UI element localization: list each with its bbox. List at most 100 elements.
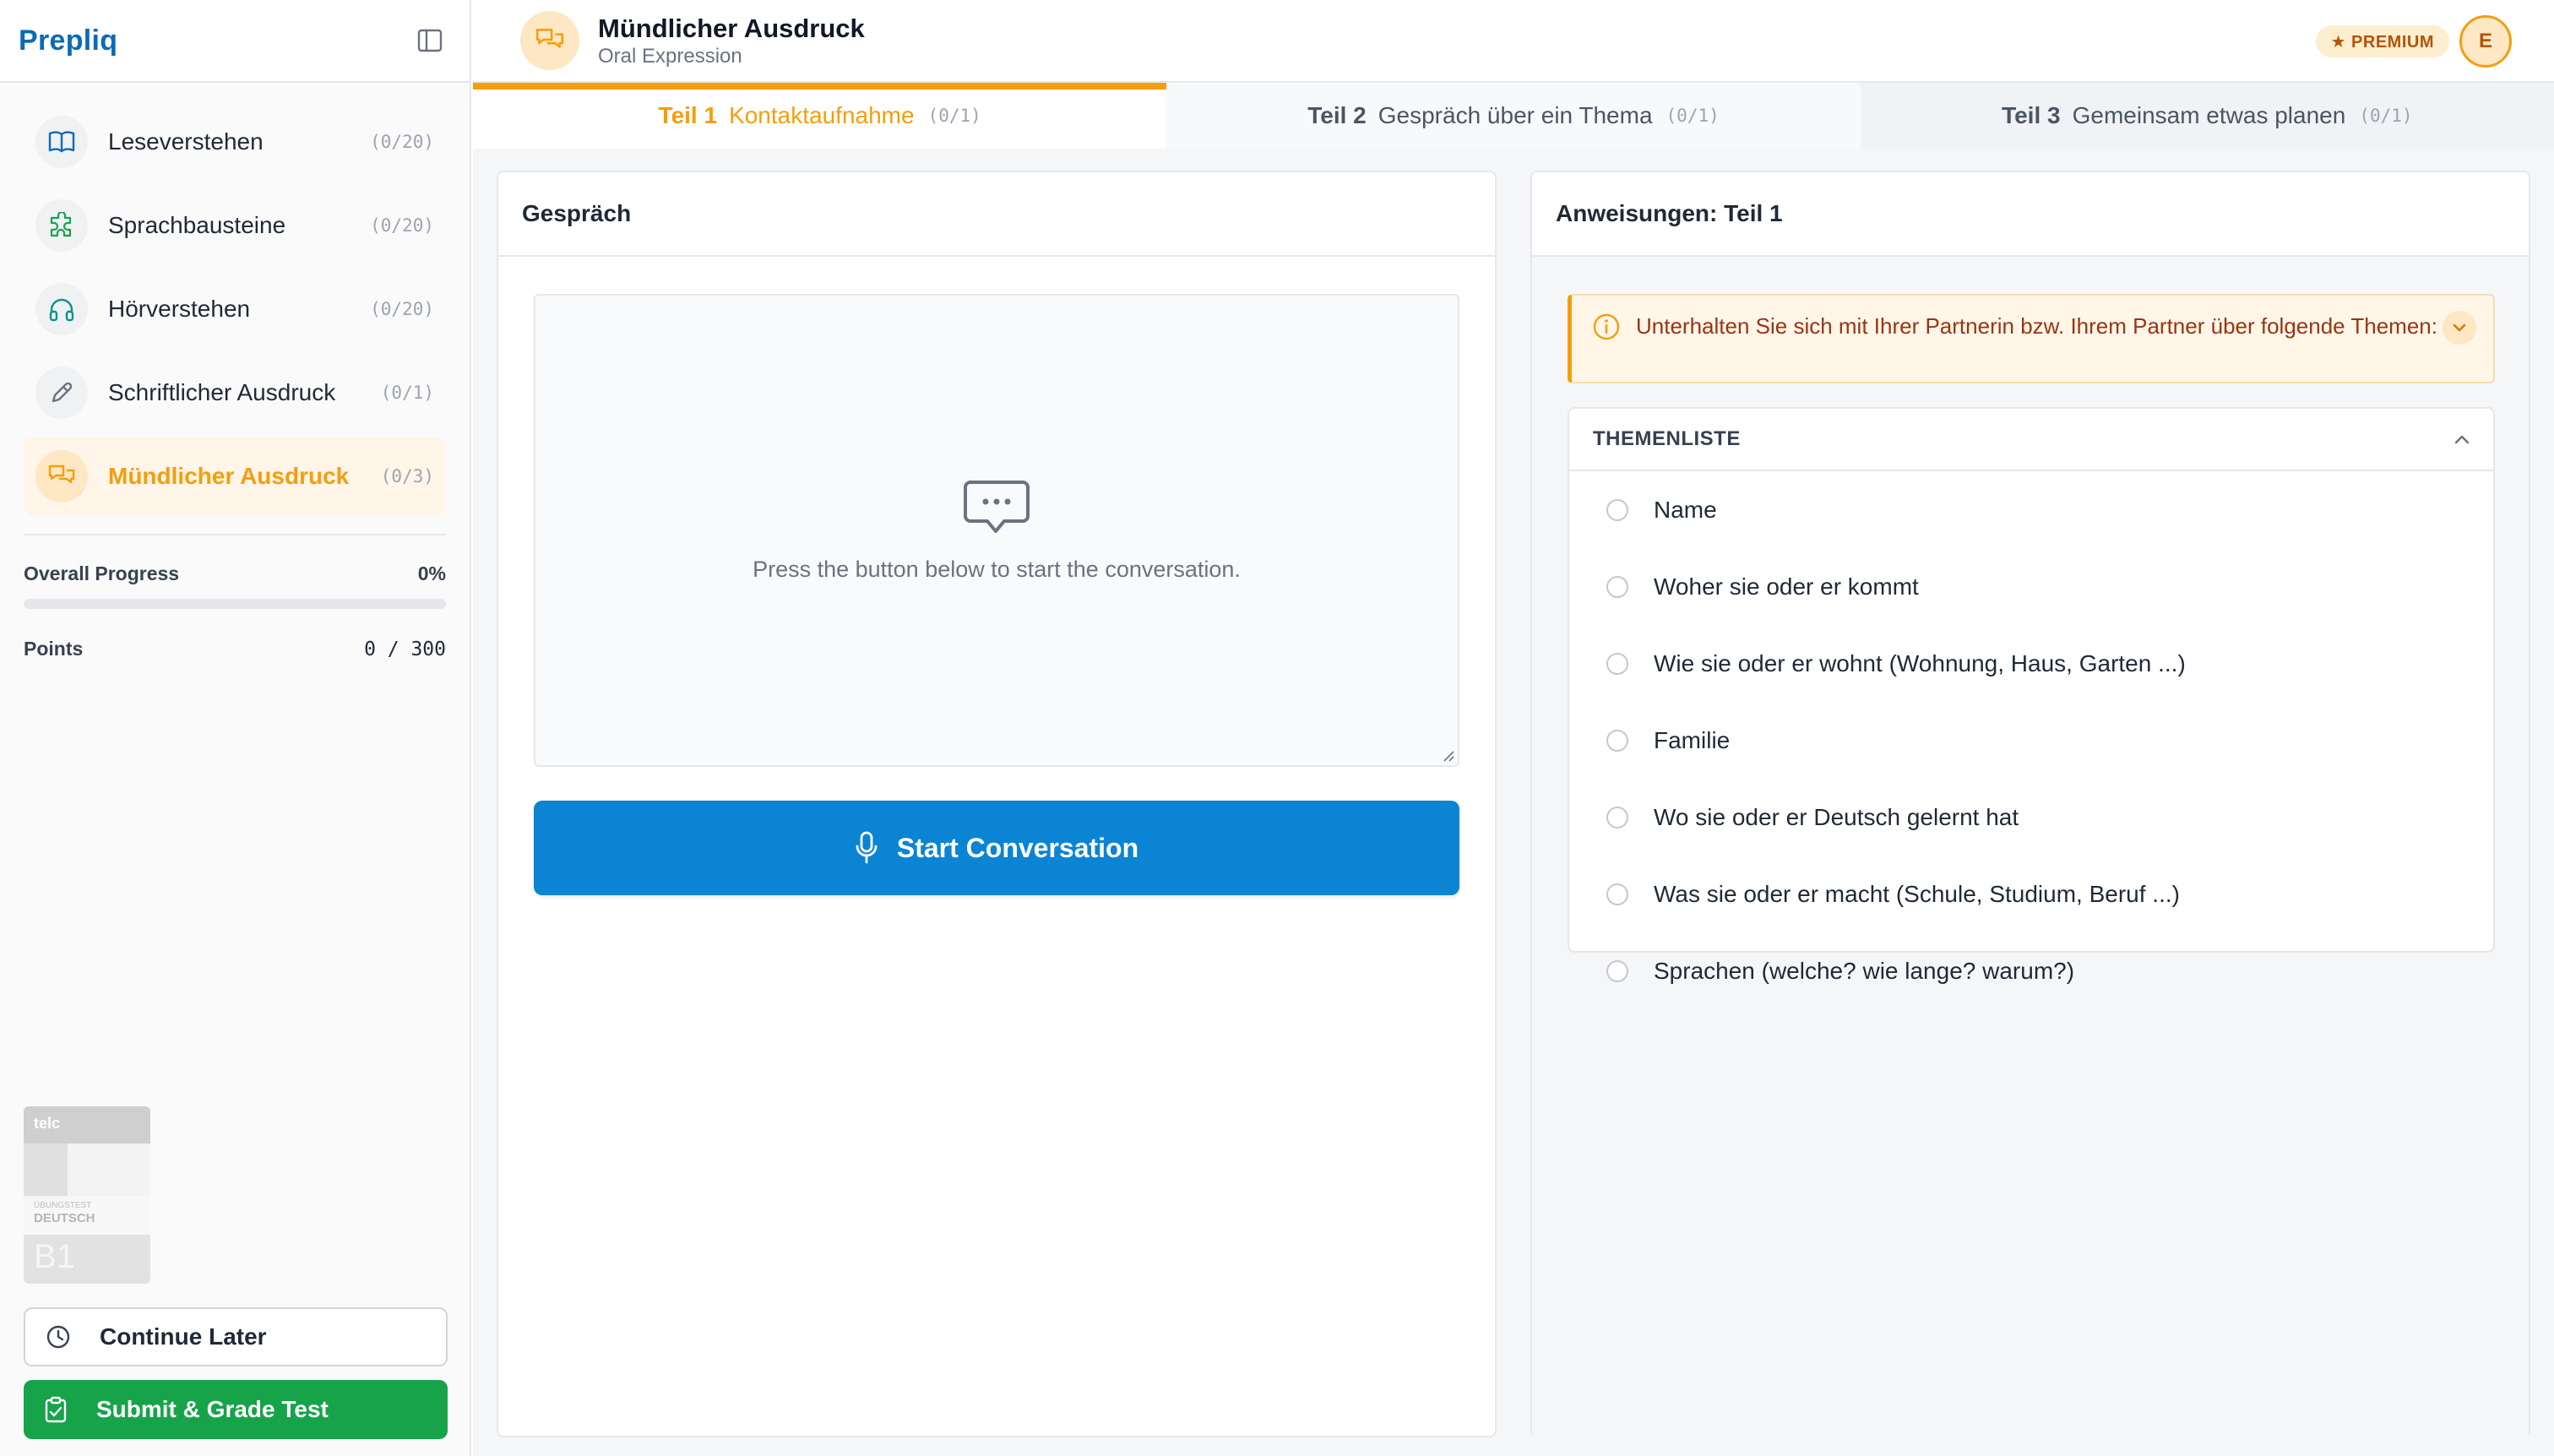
book-level: B1 bbox=[34, 1238, 75, 1275]
topic-text: Wo sie oder er Deutsch gelernt hat bbox=[1654, 803, 2019, 830]
sidebar-toggle-icon[interactable] bbox=[416, 26, 444, 55]
page-title-block: Mündlicher Ausdruck Oral Expression bbox=[598, 13, 865, 68]
topic-radio[interactable] bbox=[1606, 806, 1628, 829]
tab-teil-2[interactable]: Teil 2 Gespräch über ein Thema (0/1) bbox=[1166, 83, 1861, 149]
tab-label: Gespräch über ein Thema bbox=[1378, 102, 1653, 128]
topic-item[interactable]: Sprachen (welche? wie lange? warum?) bbox=[1569, 932, 2493, 1009]
pencil-icon bbox=[35, 367, 88, 419]
conversation-title: Gespräch bbox=[498, 172, 1495, 257]
sidebar-item-sprachbausteine[interactable]: Sprachbausteine (0/20) bbox=[24, 187, 446, 264]
topic-radio[interactable] bbox=[1606, 498, 1628, 521]
submit-grade-button[interactable]: Submit & Grade Test bbox=[24, 1380, 448, 1439]
topic-item[interactable]: Was sie oder er macht (Schule, Studium, … bbox=[1569, 856, 2493, 932]
tab-count: (0/1) bbox=[927, 106, 981, 126]
teil-tabs: Teil 1 Kontaktaufnahme (0/1) Teil 2 Gesp… bbox=[473, 83, 2554, 149]
sidebar-item-label: Leseverstehen bbox=[108, 128, 264, 155]
book-language: DEUTSCH bbox=[34, 1211, 95, 1225]
tab-number: Teil 1 bbox=[658, 102, 718, 128]
puzzle-icon bbox=[35, 199, 88, 252]
top-bar: Mündlicher Ausdruck Oral Expression ★ PR… bbox=[473, 0, 2554, 83]
sidebar-header: Prepliq bbox=[0, 0, 470, 83]
chat-dots-icon bbox=[964, 480, 1030, 533]
topic-text: Familie bbox=[1654, 726, 1731, 753]
topic-radio[interactable] bbox=[1606, 883, 1628, 905]
sidebar-item-schriftlicher-ausdruck[interactable]: Schriftlicher Ausdruck (0/1) bbox=[24, 354, 446, 432]
tab-label: Gemeinsam etwas planen bbox=[2072, 102, 2346, 128]
topic-text: Wie sie oder er wohnt (Wohnung, Haus, Ga… bbox=[1654, 649, 2186, 676]
sidebar-item-leseverstehen[interactable]: Leseverstehen (0/20) bbox=[24, 103, 446, 181]
start-conversation-button[interactable]: Start Conversation bbox=[534, 801, 1459, 895]
overall-progress-value: 0% bbox=[417, 562, 446, 584]
topic-radio[interactable] bbox=[1606, 959, 1628, 982]
sidebar-item-count: (0/20) bbox=[370, 132, 434, 152]
tab-teil-3[interactable]: Teil 3 Gemeinsam etwas planen (0/1) bbox=[1860, 83, 2554, 149]
brand-logo[interactable]: Prepliq bbox=[19, 24, 117, 57]
tab-count: (0/1) bbox=[1666, 106, 1720, 126]
conversation-hint: Press the button below to start the conv… bbox=[753, 556, 1241, 582]
tab-label: Kontaktaufnahme bbox=[729, 102, 915, 128]
conversation-area[interactable]: Press the button below to start the conv… bbox=[534, 294, 1459, 767]
user-avatar[interactable]: E bbox=[2459, 15, 2512, 68]
sidebar: Prepliq Leseverstehen (0/20) Sprachbaust… bbox=[0, 0, 471, 1456]
page-subtitle: Oral Expression bbox=[598, 45, 742, 68]
chevron-up-icon bbox=[2454, 435, 2470, 444]
tab-teil-1[interactable]: Teil 1 Kontaktaufnahme (0/1) bbox=[473, 83, 1167, 149]
topic-list-heading: THEMENLISTE bbox=[1593, 427, 1741, 450]
topic-text: Woher sie oder er kommt bbox=[1654, 573, 1919, 600]
topic-list-panel: THEMENLISTE Name Woher sie oder er kommt… bbox=[1568, 407, 2495, 984]
continue-later-label: Continue Later bbox=[100, 1323, 267, 1350]
topic-radio[interactable] bbox=[1606, 652, 1628, 675]
sidebar-divider bbox=[24, 534, 446, 535]
topic-text: Was sie oder er macht (Schule, Studium, … bbox=[1654, 880, 2180, 907]
topic-item[interactable]: Familie bbox=[1569, 702, 2493, 779]
sidebar-item-label: Sprachbausteine bbox=[108, 212, 286, 238]
overall-progress-row: Overall Progress 0% bbox=[0, 562, 470, 585]
sidebar-item-hoerverstehen[interactable]: Hörverstehen (0/20) bbox=[24, 270, 446, 348]
headphones-icon bbox=[35, 283, 88, 335]
clipboard-check-icon bbox=[45, 1396, 67, 1423]
chevron-down-icon[interactable] bbox=[2443, 311, 2476, 345]
tab-count: (0/1) bbox=[2359, 106, 2413, 126]
premium-badge: ★ PREMIUM bbox=[2315, 25, 2449, 57]
page-title: Mündlicher Ausdruck bbox=[598, 14, 865, 43]
resize-handle-icon[interactable] bbox=[1441, 748, 1454, 762]
sidebar-item-count: (0/20) bbox=[370, 215, 434, 236]
book-open-icon bbox=[35, 116, 88, 168]
section-nav: Leseverstehen (0/20) Sprachbausteine (0/… bbox=[0, 83, 470, 515]
topic-item[interactable]: Wo sie oder er Deutsch gelernt hat bbox=[1569, 779, 2493, 856]
continue-later-button[interactable]: Continue Later bbox=[24, 1307, 448, 1366]
submit-grade-label: Submit & Grade Test bbox=[96, 1396, 329, 1422]
topic-radio[interactable] bbox=[1606, 729, 1628, 752]
book-subtitle: ÜBUNGSTEST bbox=[34, 1201, 92, 1210]
instructions-title: Anweisungen: Teil 1 bbox=[1532, 172, 2529, 257]
clock-icon bbox=[46, 1325, 70, 1349]
microphone-icon bbox=[856, 831, 878, 864]
sidebar-item-label: Hörverstehen bbox=[108, 296, 251, 322]
topic-item[interactable]: Woher sie oder er kommt bbox=[1569, 548, 2493, 625]
topic-radio[interactable] bbox=[1606, 575, 1628, 598]
chat-bubbles-icon bbox=[35, 450, 88, 503]
chat-bubbles-icon bbox=[520, 11, 579, 70]
instruction-notice: Unterhalten Sie sich mit Ihrer Partnerin… bbox=[1568, 294, 2495, 383]
topic-list-header[interactable]: THEMENLISTE bbox=[1569, 409, 2493, 471]
sidebar-item-label: Schriftlicher Ausdruck bbox=[108, 379, 336, 405]
points-value: 0 / 300 bbox=[364, 638, 446, 660]
tab-number: Teil 2 bbox=[1307, 102, 1367, 128]
book-panel bbox=[68, 1144, 150, 1196]
conversation-card: Gespräch Press the button below to start… bbox=[497, 171, 1497, 1437]
book-panel bbox=[24, 1144, 68, 1196]
topic-item[interactable]: Name bbox=[1569, 471, 2493, 548]
topic-text: Sprachen (welche? wie lange? warum?) bbox=[1654, 957, 2075, 984]
start-conversation-label: Start Conversation bbox=[896, 832, 1139, 863]
book-brand: telc bbox=[24, 1106, 150, 1144]
info-icon bbox=[1593, 313, 1620, 340]
sidebar-item-muendlicher-ausdruck[interactable]: Mündlicher Ausdruck (0/3) bbox=[24, 437, 446, 515]
book-cover-thumbnail: telc ÜBUNGSTEST DEUTSCH B1 bbox=[24, 1106, 150, 1284]
points-label: Points bbox=[24, 638, 84, 660]
sidebar-item-count: (0/1) bbox=[380, 383, 434, 403]
sidebar-item-count: (0/20) bbox=[370, 299, 434, 319]
main-content: Gespräch Press the button below to start… bbox=[473, 149, 2554, 1456]
topic-item[interactable]: Wie sie oder er wohnt (Wohnung, Haus, Ga… bbox=[1569, 625, 2493, 702]
sidebar-item-label: Mündlicher Ausdruck bbox=[108, 463, 350, 489]
points-row: Points 0 / 300 bbox=[0, 638, 470, 660]
